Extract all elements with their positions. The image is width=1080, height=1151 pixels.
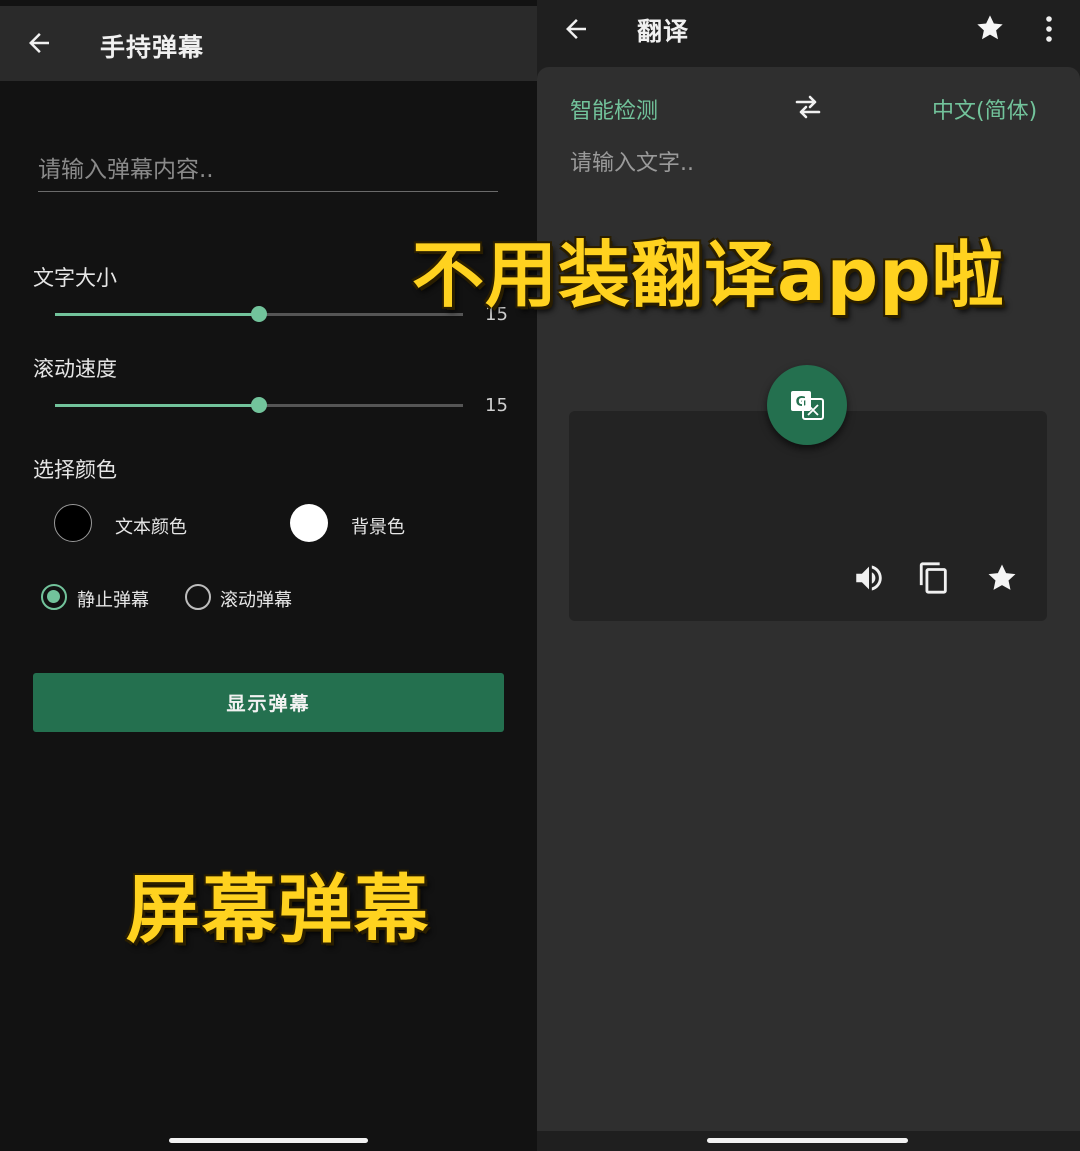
gesture-nav-bar[interactable] [707,1138,908,1143]
danmaku-screen: 手持弹幕 文字大小 15 滚动速度 15 选择颜色 文本颜色 背景色 静止弹幕 … [0,0,537,1151]
scroll-danmaku-label[interactable]: 滚动弹幕 [220,586,292,612]
slider-fill [55,313,259,316]
background-color-swatch[interactable] [290,504,328,542]
show-danmaku-button[interactable]: 显示弹幕 [33,673,504,732]
static-danmaku-radio[interactable] [41,584,67,610]
danmaku-input-field[interactable] [38,150,498,192]
slider-thumb[interactable] [251,306,267,322]
translate-input[interactable] [570,145,1040,181]
slider-thumb[interactable] [251,397,267,413]
scroll-danmaku-radio[interactable] [185,584,211,610]
page-title: 手持弹幕 [100,33,205,62]
gesture-nav-bar[interactable] [169,1138,368,1143]
static-danmaku-label[interactable]: 静止弹幕 [77,586,149,612]
swap-icon[interactable] [793,93,823,121]
danmaku-app-bar: 手持弹幕 [0,6,537,81]
page-title: 翻译 [637,17,690,46]
translate-button[interactable]: G [767,365,847,445]
background-color-label: 背景色 [351,517,405,538]
more-vert-icon[interactable] [1037,14,1061,44]
scroll-speed-slider[interactable] [55,395,463,415]
caption-no-translate-app: 不用装翻译app啦 [412,233,1005,317]
danmaku-input[interactable] [38,150,498,190]
copy-icon[interactable] [917,561,951,595]
text-color-swatch[interactable] [54,504,92,542]
slider-fill [55,404,259,407]
target-language-selector[interactable]: 中文(简体) [932,93,1037,125]
font-size-slider[interactable] [55,304,463,324]
select-color-label: 选择颜色 [33,458,117,482]
scroll-speed-label: 滚动速度 [33,357,117,381]
arrow-left-icon[interactable] [24,28,54,58]
svg-text:G: G [796,395,807,410]
translate-screen: 翻译 智能检测 中文(简体) G [537,0,1080,1151]
text-color-label: 文本颜色 [115,517,187,538]
caption-screen-danmaku: 屏幕弹幕 [126,867,430,953]
favorite-star-icon[interactable] [985,561,1019,595]
scroll-speed-value: 15 [485,395,508,416]
star-icon[interactable] [974,12,1006,44]
translate-icon: G [791,391,824,420]
font-size-label: 文字大小 [33,266,117,290]
source-language-selector[interactable]: 智能检测 [570,93,658,125]
volume-icon[interactable] [852,561,886,595]
arrow-left-icon[interactable] [561,14,591,44]
